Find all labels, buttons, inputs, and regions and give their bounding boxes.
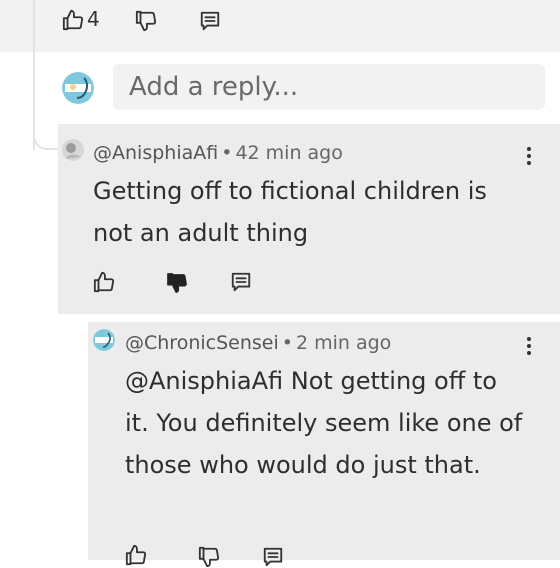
comment-icon[interactable] — [230, 271, 252, 293]
avatar[interactable] — [93, 329, 115, 351]
thumbs-down-icon[interactable] — [166, 272, 188, 294]
thumbs-up-icon[interactable] — [62, 9, 84, 31]
comment-icon[interactable] — [199, 10, 221, 32]
separator: • — [281, 332, 293, 354]
thumbs-up-icon[interactable] — [93, 271, 115, 293]
thumbs-down-icon[interactable] — [198, 546, 220, 568]
separator: • — [221, 142, 233, 164]
reply-input[interactable] — [113, 64, 545, 110]
kebab-menu-icon[interactable] — [527, 147, 531, 168]
avatar[interactable] — [62, 139, 84, 161]
comment-meta: @AnisphiaAfi • 42 min ago — [93, 142, 343, 164]
comment-icon[interactable] — [262, 546, 284, 568]
comment-meta: @ChronicSensei • 2 min ago — [125, 332, 391, 354]
timestamp[interactable]: 2 min ago — [296, 332, 391, 354]
username[interactable]: @AnisphiaAfi — [93, 142, 218, 164]
timestamp[interactable]: 42 min ago — [235, 142, 342, 164]
avatar[interactable] — [62, 72, 94, 104]
kebab-menu-icon[interactable] — [527, 337, 531, 358]
like-count: 4 — [87, 7, 100, 31]
thumbs-up-icon[interactable] — [125, 544, 147, 566]
comment-text: @AnisphiaAfi Not getting off to it. You … — [125, 367, 523, 479]
thumbs-down-icon[interactable] — [135, 10, 157, 32]
username[interactable]: @ChronicSensei — [125, 332, 279, 354]
comment-text: Getting off to fictional children is not… — [93, 177, 487, 247]
previous-comment-actions — [0, 0, 560, 52]
